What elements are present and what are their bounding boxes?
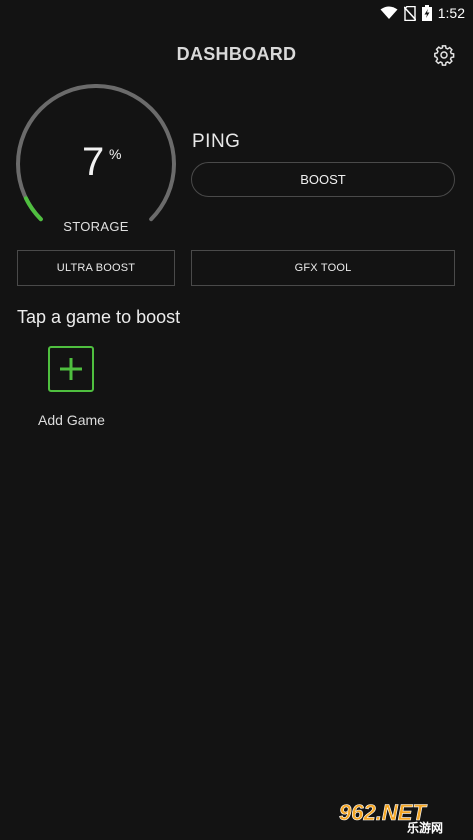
storage-label: STORAGE xyxy=(63,219,129,234)
ultra-boost-button[interactable]: ULTRA BOOST xyxy=(17,250,175,286)
gfx-tool-button[interactable]: GFX TOOL xyxy=(191,250,455,286)
storage-percent-value: 7 xyxy=(82,140,105,184)
status-icons: 1:52 xyxy=(380,4,465,22)
games-section-title: Tap a game to boost xyxy=(17,307,181,327)
watermark-sub-text: 乐游网 xyxy=(407,820,443,834)
gauge-fill xyxy=(23,196,43,222)
storage-percent-unit: % xyxy=(109,146,122,162)
plus-icon xyxy=(60,358,82,380)
status-bar: 1:52 xyxy=(0,0,473,26)
site-watermark-logo: 962.NET 乐游网 xyxy=(335,800,467,835)
add-game-label: Add Game xyxy=(38,412,105,428)
no-sim-icon xyxy=(403,5,416,21)
status-time: 1:52 xyxy=(437,5,465,21)
battery-charging-icon xyxy=(421,5,432,21)
gear-icon xyxy=(434,45,455,66)
settings-button[interactable] xyxy=(433,44,455,66)
wifi-icon xyxy=(380,6,398,19)
page-title: DASHBOARD xyxy=(176,44,297,64)
add-game-button[interactable] xyxy=(48,346,94,392)
ping-label: PING xyxy=(192,131,241,152)
storage-gauge: 7 % STORAGE xyxy=(16,84,176,244)
boost-button[interactable]: BOOST xyxy=(191,162,455,197)
